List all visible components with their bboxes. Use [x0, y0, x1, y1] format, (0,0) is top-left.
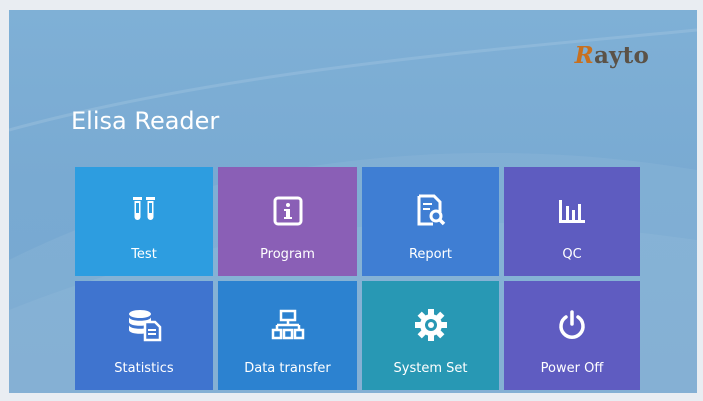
statistics-label: Statistics	[114, 361, 174, 376]
qc-label: QC	[562, 247, 582, 262]
test-button[interactable]: Test	[75, 167, 213, 276]
report-label: Report	[408, 247, 453, 262]
brand-logo-text: ayto	[593, 42, 649, 69]
test-label: Test	[131, 247, 157, 262]
bar-chart-icon	[554, 193, 590, 229]
program-button[interactable]: Program	[218, 167, 357, 276]
power-icon	[554, 307, 590, 343]
main-screen: Rayto Elisa Reader Test Program Report Q…	[9, 10, 697, 393]
system-set-button[interactable]: System Set	[362, 281, 499, 390]
brand-logo-mark: R	[574, 42, 594, 69]
test-tubes-icon	[126, 193, 162, 229]
main-menu-grid: Test Program Report QC Statistics Data t…	[75, 167, 640, 390]
app-title: Elisa Reader	[71, 107, 220, 135]
data-transfer-button[interactable]: Data transfer	[218, 281, 357, 390]
system-set-label: System Set	[393, 361, 468, 376]
report-button[interactable]: Report	[362, 167, 499, 276]
statistics-button[interactable]: Statistics	[75, 281, 213, 390]
info-icon	[270, 193, 306, 229]
gear-icon	[413, 307, 449, 343]
brand-logo: Rayto	[575, 42, 649, 69]
report-search-icon	[413, 193, 449, 229]
power-off-label: Power Off	[540, 361, 604, 376]
power-off-button[interactable]: Power Off	[504, 281, 640, 390]
database-icon	[126, 307, 162, 343]
qc-button[interactable]: QC	[504, 167, 640, 276]
program-label: Program	[260, 247, 315, 262]
network-icon	[270, 307, 306, 343]
data-transfer-label: Data transfer	[244, 361, 331, 376]
